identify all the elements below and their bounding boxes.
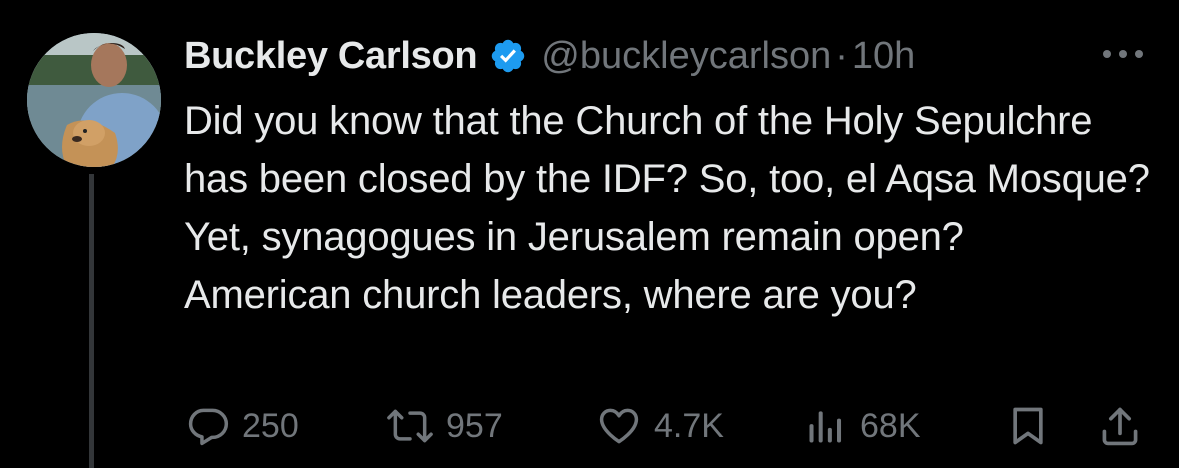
verified-badge-icon[interactable] bbox=[489, 37, 527, 75]
heart-icon bbox=[599, 408, 639, 444]
views-count: 68K bbox=[860, 406, 921, 445]
author-name[interactable]: Buckley Carlson bbox=[184, 30, 478, 82]
share-icon bbox=[1102, 407, 1138, 446]
more-dots-icon[interactable] bbox=[1103, 42, 1143, 66]
like-count: 4.7K bbox=[654, 406, 724, 445]
views-bar-chart-icon bbox=[809, 411, 842, 443]
reply-bubble-icon bbox=[188, 408, 229, 446]
like-button[interactable]: 4.7K bbox=[596, 398, 724, 454]
tweet-text-paragraph: American church leaders, where are you? bbox=[184, 273, 917, 317]
reply-count: 250 bbox=[242, 406, 299, 445]
thread-line bbox=[89, 174, 94, 468]
avatar-photo bbox=[27, 33, 161, 167]
tweet-text-paragraph: Did you know that the Church of the Holy… bbox=[184, 99, 1150, 259]
retweet-count: 957 bbox=[446, 406, 503, 445]
tweet-text: Did you know that the Church of the Holy… bbox=[184, 92, 1164, 324]
retweet-icon bbox=[387, 409, 433, 443]
views-button[interactable]: 68K bbox=[804, 398, 921, 454]
tweet[interactable]: Buckley Carlson @buckleycarlson · 10h Di… bbox=[0, 0, 1179, 468]
retweet-button[interactable]: 957 bbox=[386, 398, 503, 454]
header-separator: · bbox=[835, 35, 848, 77]
bookmark-button[interactable] bbox=[1006, 398, 1050, 454]
bookmark-icon bbox=[1013, 407, 1043, 445]
reply-button[interactable]: 250 bbox=[186, 398, 299, 454]
share-button[interactable] bbox=[1098, 398, 1142, 454]
author-handle[interactable]: @buckleycarlson bbox=[541, 30, 831, 82]
tweet-timestamp[interactable]: 10h bbox=[852, 30, 915, 82]
avatar[interactable] bbox=[27, 33, 161, 167]
tweet-header: Buckley Carlson @buckleycarlson · 10h bbox=[184, 30, 915, 82]
action-bar: 250 957 4.7K 68K bbox=[186, 398, 1146, 454]
